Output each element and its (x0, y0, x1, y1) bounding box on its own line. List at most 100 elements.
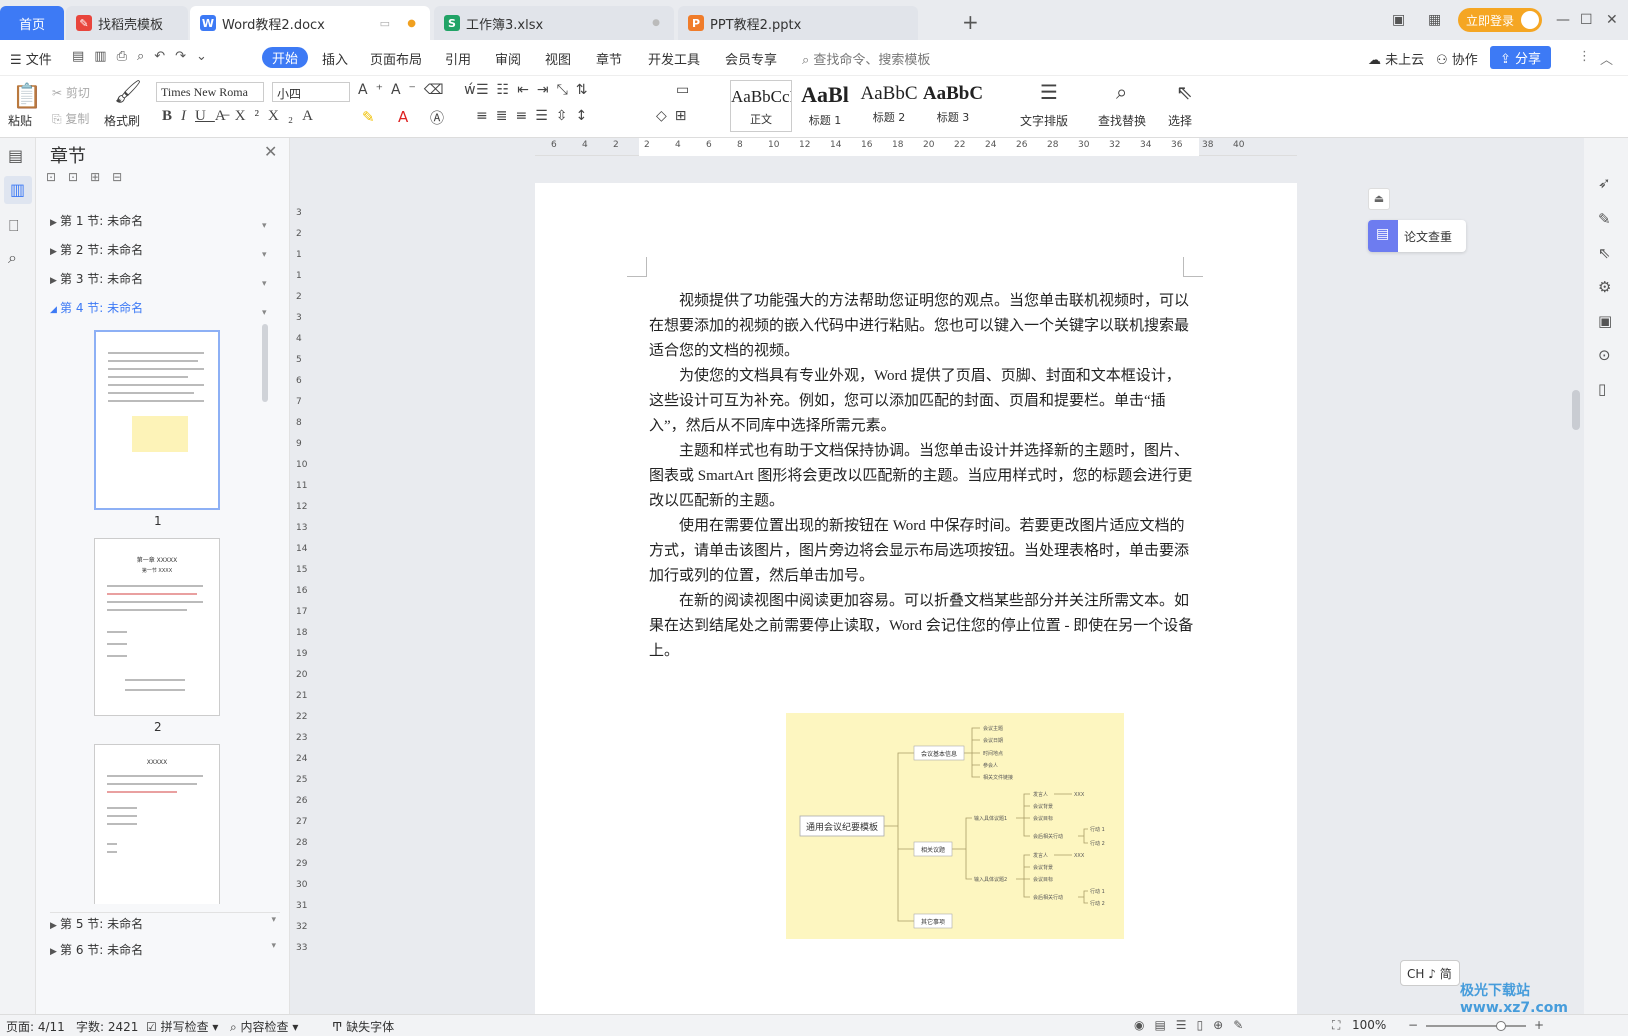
share-button[interactable]: ⇪ 分享 (1490, 46, 1552, 69)
ime-indicator[interactable]: CH ♪ 简 (1400, 960, 1460, 986)
cut-button[interactable]: ✂ 剪切 (52, 84, 90, 101)
mindmap-image[interactable]: 通用会议纪要模板 会议基本信息 相关议题 其它事项 会议主题 会议日期 时间地点… (786, 713, 1124, 939)
menu-devtools[interactable]: 开发工具 (648, 49, 700, 68)
style-heading3[interactable]: AaBbC 标题 3 (922, 80, 984, 132)
cloud-status[interactable]: ☁ 未上云 (1368, 49, 1424, 68)
close-icon[interactable]: ✕ (1606, 12, 1618, 28)
zoom-slider[interactable] (1426, 1021, 1526, 1031)
collapse-ribbon-icon[interactable]: ︿ (1600, 49, 1613, 68)
view-mode-icons[interactable]: ◉▤☰▯⊕✎ (1134, 1018, 1253, 1032)
section-item-4[interactable]: ◢ 第 4 节: 未命名 (50, 299, 143, 316)
section-item-3[interactable]: ▶ 第 3 节: 未命名 (50, 270, 143, 287)
menu-review[interactable]: 审阅 (495, 49, 521, 68)
more-icon[interactable]: ⋮ (1578, 49, 1591, 64)
fit-icon[interactable]: ⛶ (1332, 1018, 1340, 1033)
list-icons[interactable]: ☰☷⇤⇥⤡⇅ (476, 82, 596, 98)
zoom-in-icon[interactable]: + (1534, 1018, 1544, 1032)
spell-check-button[interactable]: ☑ 拼写检查 ▾ (146, 1018, 218, 1035)
tab-excel[interactable]: S 工作簿3.xlsx ● (434, 6, 674, 40)
paragraph[interactable]: 为使您的文档具有专业外观，Word 提供了页眉、页脚、封面和文本框设计，这些设计… (649, 364, 1194, 439)
search-icon[interactable]: ⌕ (8, 248, 17, 268)
page-indicator[interactable]: 页面: 4/11 (6, 1018, 65, 1035)
scrollbar-thumb[interactable] (1572, 390, 1580, 430)
collapse-float-icon[interactable]: ⏏ (1368, 188, 1390, 210)
paragraph[interactable]: 视频提供了功能强大的方法帮助您证明您的观点。当您单击联机视频时，可以在想要添加的… (649, 289, 1194, 364)
menu-start[interactable]: 开始 (262, 47, 309, 68)
menu-layout[interactable]: 页面布局 (370, 49, 422, 68)
tab-ppt[interactable]: P PPT教程2.pptx (678, 6, 918, 40)
word-count[interactable]: 字数: 2421 (76, 1018, 138, 1035)
char-border-icon[interactable]: Ⓐ (430, 108, 444, 128)
grid-icon[interactable]: ▦ (1428, 12, 1441, 28)
zoom-out-icon[interactable]: − (1408, 1018, 1418, 1032)
bookmark-icon[interactable]: ⎕ (9, 216, 19, 236)
find-icon[interactable]: ⌕ (1116, 80, 1127, 104)
page-thumbnail-1[interactable] (94, 330, 220, 510)
layout-icon[interactable]: ▣ (1392, 12, 1405, 28)
chapter-nav-icon[interactable]: ▥ (4, 176, 32, 204)
font-style-icons[interactable]: BIUA̶X²X₂A (162, 108, 322, 125)
close-panel-icon[interactable]: ✕ (264, 142, 277, 161)
outline-icon[interactable]: ▤ (8, 146, 23, 165)
menu-chapter[interactable]: 章节 (596, 49, 622, 68)
text-layout-button[interactable]: 文字排版 (1020, 112, 1068, 129)
login-button[interactable]: 立即登录 (1458, 8, 1542, 32)
command-search[interactable]: ⌕ 查找命令、搜索模板 (802, 49, 930, 68)
style-heading2[interactable]: AaBbC 标题 2 (858, 80, 920, 132)
new-tab-button[interactable]: + (962, 10, 979, 34)
font-color-icon[interactable]: A (398, 108, 408, 126)
highlight-icon[interactable]: ✎ (362, 108, 375, 126)
book-icon[interactable]: ▯ (1598, 380, 1606, 398)
cursor-icon[interactable]: ⇖ (1176, 80, 1193, 104)
style-heading1[interactable]: AaBl 标题 1 (794, 80, 856, 132)
paper-check-button[interactable]: ▤ 论文查重 (1368, 220, 1466, 252)
vertical-scrollbar[interactable] (1572, 150, 1580, 950)
thumb-scrollbar[interactable] (262, 324, 268, 402)
zoom-slider-handle[interactable] (1496, 1021, 1506, 1031)
font-size-select[interactable]: 小四 (272, 82, 350, 102)
tab-word[interactable]: W Word教程2.docx ▭ ● (190, 6, 430, 40)
page-thumbnail-2[interactable]: 第一章 XXXXX 第一节 XXXX (94, 538, 220, 716)
zoom-level[interactable]: 100% (1352, 1018, 1386, 1032)
format-painter-icon[interactable]: 🖌 (114, 80, 142, 105)
menu-reference[interactable]: 引用 (445, 49, 471, 68)
find-replace-button[interactable]: 查找替换 (1098, 112, 1146, 129)
menu-member[interactable]: 会员专享 (725, 49, 777, 68)
content-check-button[interactable]: ⌕ 内容检查 ▾ (230, 1018, 298, 1035)
format-painter-button[interactable]: 格式刷 (104, 112, 140, 129)
ruler-icon[interactable]: ▭ (676, 82, 689, 98)
minimize-icon[interactable]: — (1556, 12, 1570, 28)
section-dropdown-icons[interactable]: ▾ ▾ ▾ ▾ (262, 212, 267, 328)
missing-font-button[interactable]: Ͳ 缺失字体 (332, 1018, 394, 1035)
section-item-1[interactable]: ▶ 第 1 节: 未命名 (50, 212, 143, 229)
menu-view[interactable]: 视图 (545, 49, 571, 68)
page-thumbnail-3[interactable]: XXXXX (94, 744, 220, 904)
align-icons[interactable]: ≡≣≡☰⇳↕ (476, 108, 595, 124)
paragraph[interactable]: 主题和样式也有助于文档保持协调。当您单击设计并选择新的主题时，图片、图表或 Sm… (649, 439, 1194, 514)
shading-border-icons[interactable]: ◇⊞ (656, 108, 695, 124)
select-button[interactable]: 选择 (1168, 112, 1192, 129)
paste-icon[interactable]: 📋 (12, 82, 42, 110)
paragraph[interactable]: 在新的阅读视图中阅读更加容易。可以折叠文档某些部分并关注所需文本。如果在达到结尾… (649, 589, 1194, 664)
menu-insert[interactable]: 插入 (322, 49, 348, 68)
section-item-5[interactable]: ▶ 第 5 节: 未命名 ▾ (50, 912, 280, 932)
font-family-select[interactable]: Times New Roma (156, 82, 264, 102)
pointer-icon[interactable]: ⇖ (1598, 244, 1611, 262)
style-normal[interactable]: AaBbCcI 正文 (730, 80, 792, 132)
document-page[interactable]: 视频提供了功能强大的方法帮助您证明您的观点。当您单击联机视频时，可以在想要添加的… (535, 183, 1297, 1014)
maximize-icon[interactable]: ☐ (1580, 12, 1593, 28)
text-layout-icon[interactable]: ☰ (1040, 80, 1058, 104)
paste-button[interactable]: 粘贴 (8, 112, 32, 129)
paragraph[interactable]: 使用在需要位置出现的新按钮在 Word 中保存时间。若要更改图片适应文档的方式，… (649, 514, 1194, 589)
panel-tool-icons[interactable]: ⊡⊡⊞⊟ (46, 170, 134, 184)
section-item-2[interactable]: ▶ 第 2 节: 未命名 (50, 241, 143, 258)
file-menu[interactable]: ☰ 文件 (10, 49, 52, 68)
tab-home[interactable]: 首页 (0, 6, 64, 40)
image-icon[interactable]: ▣ (1598, 312, 1612, 330)
section-item-6[interactable]: ▶ 第 6 节: 未命名 ▾ (50, 941, 280, 958)
collab-button[interactable]: ⚇ 协作 (1436, 49, 1478, 68)
location-icon[interactable]: ⊙ (1598, 346, 1611, 364)
font-size-adjust-icons[interactable]: A⁺A⁻⌫ ẃ (358, 82, 484, 98)
tab-daoke[interactable]: ✎ 找稻壳模板 (66, 6, 188, 40)
settings-icon[interactable]: ⚙ (1598, 278, 1611, 296)
